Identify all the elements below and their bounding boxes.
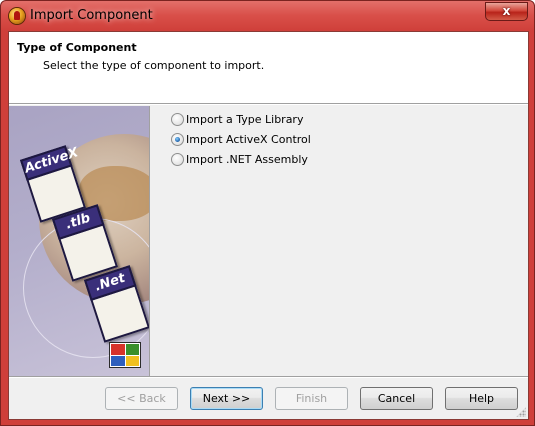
header-divider xyxy=(9,104,528,105)
cancel-button[interactable]: Cancel xyxy=(360,387,433,410)
next-button[interactable]: Next >> xyxy=(190,387,263,410)
title-bar[interactable]: Import Component x xyxy=(1,1,534,31)
close-button[interactable]: x xyxy=(485,2,528,21)
activex-card-label: ActiveX xyxy=(19,145,80,181)
option-net-assembly-label[interactable]: Import .NET Assembly xyxy=(186,153,308,166)
radio-net-assembly[interactable] xyxy=(171,153,184,166)
windows-logo-icon xyxy=(109,342,141,368)
wizard-header: Type of Component Select the type of com… xyxy=(9,32,528,104)
back-button[interactable]: << Back xyxy=(105,387,178,410)
page-subtitle: Select the type of component to import. xyxy=(43,59,265,72)
button-bar-divider-highlight xyxy=(9,377,528,378)
illustration-divider xyxy=(149,106,150,376)
option-type-library-label[interactable]: Import a Type Library xyxy=(186,113,303,126)
wizard-illustration: ActiveX .tlb .Net xyxy=(9,106,149,376)
page-title: Type of Component xyxy=(17,41,137,54)
help-button[interactable]: Help xyxy=(445,387,518,410)
window-title: Import Component xyxy=(30,8,153,23)
finish-button[interactable]: Finish xyxy=(275,387,348,410)
radio-activex-control[interactable] xyxy=(171,133,184,146)
option-activex-control-label[interactable]: Import ActiveX Control xyxy=(186,133,311,146)
import-component-dialog: Import Component x Type of Component Sel… xyxy=(0,0,535,426)
radio-type-library[interactable] xyxy=(171,113,184,126)
app-icon xyxy=(9,8,25,24)
dialog-client-area: Type of Component Select the type of com… xyxy=(8,31,529,420)
